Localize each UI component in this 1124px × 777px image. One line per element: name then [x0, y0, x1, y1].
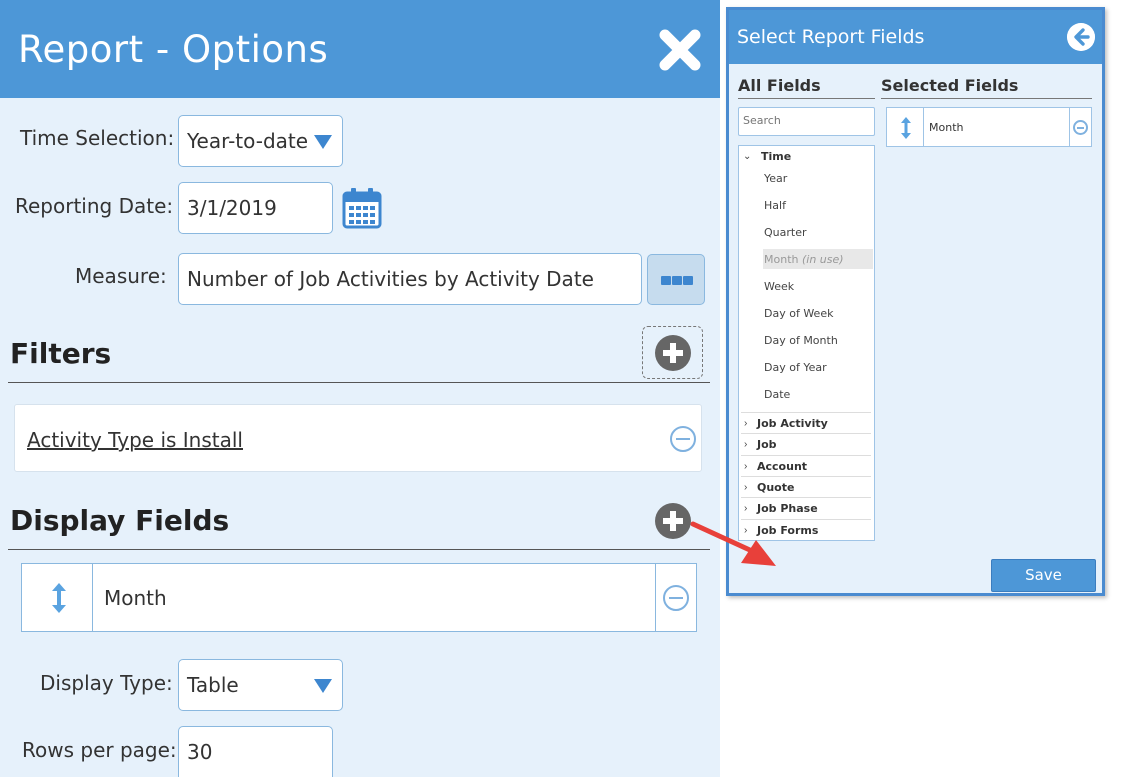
caret-down-icon	[314, 135, 332, 149]
tree-group-quote[interactable]: › Quote	[741, 476, 871, 497]
chevron-right-icon: ›	[744, 439, 748, 450]
tree-group-label: Job Activity	[757, 417, 828, 430]
all-fields-divider	[738, 98, 875, 99]
tree-group-label: Account	[757, 460, 808, 473]
chevron-right-icon: ›	[744, 525, 748, 536]
reporting-date-value: 3/1/2019	[187, 196, 277, 220]
row-separator	[92, 564, 93, 631]
add-display-field-icon[interactable]	[655, 503, 691, 539]
time-selection-dropdown[interactable]: Year-to-date	[178, 115, 343, 167]
tree-item-quarter[interactable]: Quarter	[764, 226, 807, 239]
rows-per-page-input[interactable]: 30	[178, 726, 333, 777]
rows-per-page-label: Rows per page:	[22, 738, 177, 762]
tree-group-time[interactable]: Time	[761, 150, 791, 163]
tree-item-day-of-year[interactable]: Day of Year	[764, 361, 827, 374]
tree-item-day-of-week[interactable]: Day of Week	[764, 307, 833, 320]
measure-value: Number of Job Activities by Activity Dat…	[187, 267, 594, 291]
row-separator	[1069, 108, 1070, 146]
tree-group-label: Job Phase	[757, 502, 818, 515]
report-options-panel: Report - Options Time Selection: Year-to…	[0, 0, 720, 777]
measure-input[interactable]: Number of Job Activities by Activity Dat…	[178, 253, 642, 305]
in-use-tag: (in use)	[801, 253, 844, 266]
tree-group-label: Job Forms	[757, 524, 819, 537]
chevron-right-icon: ›	[744, 482, 748, 493]
add-filter-button[interactable]	[642, 326, 703, 379]
selected-field-row: Month	[886, 107, 1092, 147]
remove-display-field-icon[interactable]	[663, 585, 689, 611]
selected-field-label: Month	[929, 121, 964, 134]
filters-divider	[8, 382, 710, 383]
tree-group-job-forms[interactable]: › Job Forms	[741, 519, 871, 540]
chevron-right-icon: ›	[744, 461, 748, 472]
remove-filter-icon[interactable]	[670, 426, 696, 452]
tree-item-month-in-use: Month (in use)	[764, 253, 844, 266]
filter-item: Activity Type is Install	[14, 404, 702, 472]
select-report-fields-panel: Select Report Fields All Fields Selected…	[726, 7, 1105, 596]
selected-fields-divider	[881, 98, 1092, 99]
time-selection-label: Time Selection:	[20, 126, 175, 150]
tree-group-label: Job	[757, 438, 777, 451]
calendar-icon[interactable]	[342, 187, 382, 229]
select-fields-title: Select Report Fields	[737, 26, 925, 48]
all-fields-header: All Fields	[738, 76, 821, 95]
filters-title: Filters	[10, 337, 112, 370]
plus-circle-icon	[655, 335, 691, 371]
close-x-icon[interactable]	[657, 27, 703, 73]
tree-item-month-label: Month	[764, 253, 799, 266]
display-fields-divider	[8, 549, 710, 550]
display-field-label: Month	[104, 586, 167, 610]
measure-label: Measure:	[75, 264, 167, 288]
remove-selected-field-icon[interactable]	[1073, 120, 1088, 135]
row-separator	[655, 564, 656, 631]
display-type-dropdown[interactable]: Table	[178, 659, 343, 711]
field-search-box[interactable]	[738, 107, 875, 136]
field-search-input[interactable]	[743, 114, 868, 127]
tree-item-date[interactable]: Date	[764, 388, 790, 401]
tree-group-label: Quote	[757, 481, 795, 494]
chevron-right-icon: ›	[744, 418, 748, 429]
display-type-value: Table	[187, 673, 239, 697]
display-type-label: Display Type:	[40, 671, 173, 695]
rows-per-page-value: 30	[187, 740, 213, 764]
row-separator	[923, 108, 924, 146]
all-fields-tree: ⌄ Time Year Half Quarter Month (in use) …	[738, 145, 875, 541]
time-selection-value: Year-to-date	[187, 129, 309, 153]
chevron-down-icon[interactable]: ⌄	[743, 151, 751, 162]
selected-fields-header: Selected Fields	[881, 76, 1019, 95]
tree-group-job-phase[interactable]: › Job Phase	[741, 497, 871, 518]
tree-group-account[interactable]: › Account	[741, 455, 871, 476]
reorder-arrows-icon[interactable]	[49, 581, 69, 615]
report-options-header: Report - Options	[0, 0, 720, 98]
back-arrow-icon[interactable]	[1067, 23, 1095, 51]
tree-group-job[interactable]: › Job	[741, 433, 871, 454]
tree-item-day-of-month[interactable]: Day of Month	[764, 334, 838, 347]
display-field-row: Month	[21, 563, 697, 632]
select-fields-header: Select Report Fields	[729, 10, 1102, 64]
reporting-date-label: Reporting Date:	[15, 194, 174, 218]
reorder-arrows-icon[interactable]	[899, 116, 913, 140]
page-title: Report - Options	[18, 28, 329, 71]
tree-group-job-activity[interactable]: › Job Activity	[741, 412, 871, 433]
reporting-date-input[interactable]: 3/1/2019	[178, 182, 333, 234]
tree-item-year[interactable]: Year	[764, 172, 787, 185]
screenshot-stage: Report - Options Time Selection: Year-to…	[0, 0, 1124, 777]
caret-down-icon	[314, 679, 332, 693]
filter-item-link[interactable]: Activity Type is Install	[27, 428, 243, 452]
measure-picker-button[interactable]	[647, 254, 705, 305]
chevron-right-icon: ›	[744, 503, 748, 514]
tree-item-half[interactable]: Half	[764, 199, 786, 212]
save-button[interactable]: Save	[991, 559, 1096, 592]
display-fields-title: Display Fields	[10, 504, 230, 537]
tree-item-week[interactable]: Week	[764, 280, 794, 293]
